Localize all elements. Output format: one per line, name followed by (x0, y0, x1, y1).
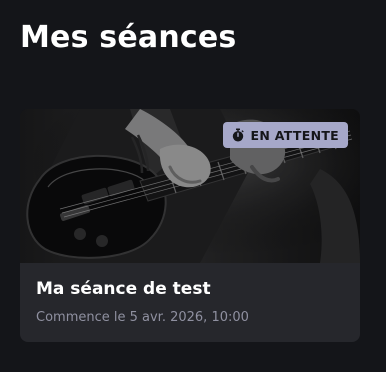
status-badge: EN ATTENTE (222, 122, 348, 148)
session-start-date: Commence le 5 avr. 2026, 10:00 (36, 310, 249, 325)
session-title: Ma séance de test (36, 279, 211, 299)
session-card[interactable]: EN ATTENTE Ma séance de test Commence le… (20, 109, 360, 342)
session-cover-image: EN ATTENTE (20, 109, 360, 263)
stopwatch-icon (232, 128, 244, 142)
status-label: EN ATTENTE (250, 127, 339, 143)
page-title: Mes séances (20, 20, 237, 55)
